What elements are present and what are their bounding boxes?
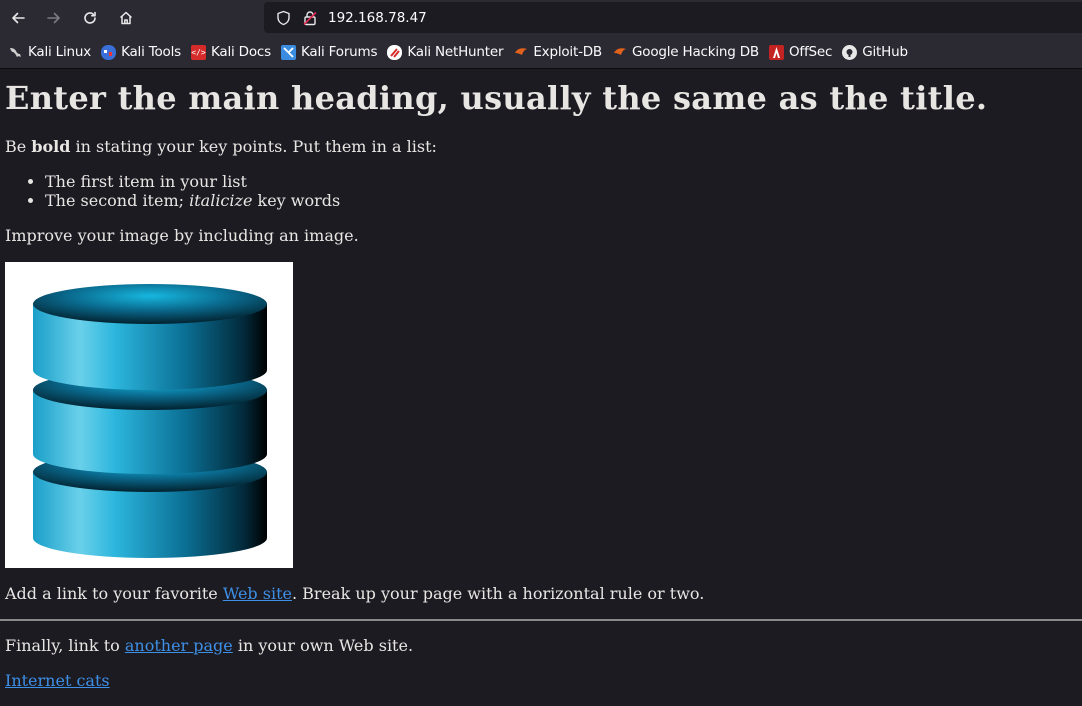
list-item-text-rest: key words xyxy=(252,191,341,210)
final-text-rest: in your own Web site. xyxy=(232,636,414,655)
forward-arrow-icon xyxy=(47,12,60,24)
home-icon xyxy=(119,11,133,25)
list-item: The first item in your list xyxy=(45,172,1077,191)
internet-cats-link[interactable]: Internet cats xyxy=(5,671,110,690)
kali-dragon-icon xyxy=(8,45,23,60)
kali-docs-icon: </> xyxy=(191,44,206,60)
home-button[interactable] xyxy=(108,0,144,36)
final-paragraph: Finally, link to another page in your ow… xyxy=(5,636,1077,655)
bookmark-kali-tools[interactable]: Kali Tools xyxy=(101,44,181,60)
github-icon xyxy=(842,44,858,60)
link-paragraph: Add a link to your favorite Web site. Br… xyxy=(5,584,1077,603)
kali-tools-icon xyxy=(101,44,117,60)
list-item-text: The second item; xyxy=(45,191,190,210)
bookmark-kali-docs[interactable]: </> Kali Docs xyxy=(191,44,271,60)
reload-button[interactable] xyxy=(72,0,108,36)
cats-paragraph: Internet cats xyxy=(5,671,1077,690)
offsec-icon xyxy=(769,44,784,60)
back-arrow-icon xyxy=(12,12,25,24)
key-points-list: The first item in your list The second i… xyxy=(5,172,1077,210)
reload-icon xyxy=(84,11,96,24)
another-page-link[interactable]: another page xyxy=(125,636,233,655)
exploit-db-icon xyxy=(513,45,528,60)
page-content: Enter the main heading, usually the same… xyxy=(0,79,1082,690)
bookmark-exploit-db[interactable]: Exploit-DB xyxy=(513,44,602,60)
main-heading: Enter the main heading, usually the same… xyxy=(5,79,988,117)
forward-button[interactable] xyxy=(36,0,72,36)
insecure-lock-icon[interactable] xyxy=(299,7,321,29)
horizontal-rule xyxy=(0,619,1082,621)
bookmark-google-hacking-db[interactable]: Google Hacking DB xyxy=(612,44,759,60)
link-paragraph-text: Add a link to your favorite xyxy=(5,584,223,603)
kali-nethunter-icon xyxy=(387,44,403,60)
database-icon xyxy=(33,284,267,558)
improve-paragraph: Improve your image by including an image… xyxy=(5,226,359,245)
link-paragraph-text-rest: . Break up your page with a horizontal r… xyxy=(291,584,705,603)
bookmark-kali-forums[interactable]: Kali Forums xyxy=(281,44,378,60)
intro-text-rest: in stating your key points. Put them in … xyxy=(70,137,437,156)
shield-icon[interactable] xyxy=(272,7,294,29)
back-button[interactable] xyxy=(0,0,36,36)
final-text: Finally, link to xyxy=(5,636,125,655)
italic-text: italicize xyxy=(189,191,253,210)
bookmarks-bar: Kali Linux Kali Tools </> Kali Docs Kali… xyxy=(0,36,1082,69)
list-item: The second item; italicize key words xyxy=(45,191,1077,210)
ghdb-icon xyxy=(612,45,627,60)
bookmark-github[interactable]: GitHub xyxy=(842,44,908,60)
web-site-link[interactable]: Web site xyxy=(223,584,292,603)
intro-bold-text: bold xyxy=(31,137,71,156)
bookmark-offsec[interactable]: OffSec xyxy=(769,44,832,60)
url-bar[interactable]: 192.168.78.47 xyxy=(264,2,1082,33)
intro-text: Be xyxy=(5,137,32,156)
database-image xyxy=(5,262,293,568)
intro-paragraph: Be bold in stating your key points. Put … xyxy=(5,137,1077,156)
bookmark-kali-linux[interactable]: Kali Linux xyxy=(8,44,91,60)
kali-forums-icon xyxy=(281,44,296,60)
bookmark-kali-nethunter[interactable]: Kali NetHunter xyxy=(387,44,504,60)
browser-toolbar: 192.168.78.47 xyxy=(0,0,1082,36)
url-text[interactable]: 192.168.78.47 xyxy=(328,10,427,26)
